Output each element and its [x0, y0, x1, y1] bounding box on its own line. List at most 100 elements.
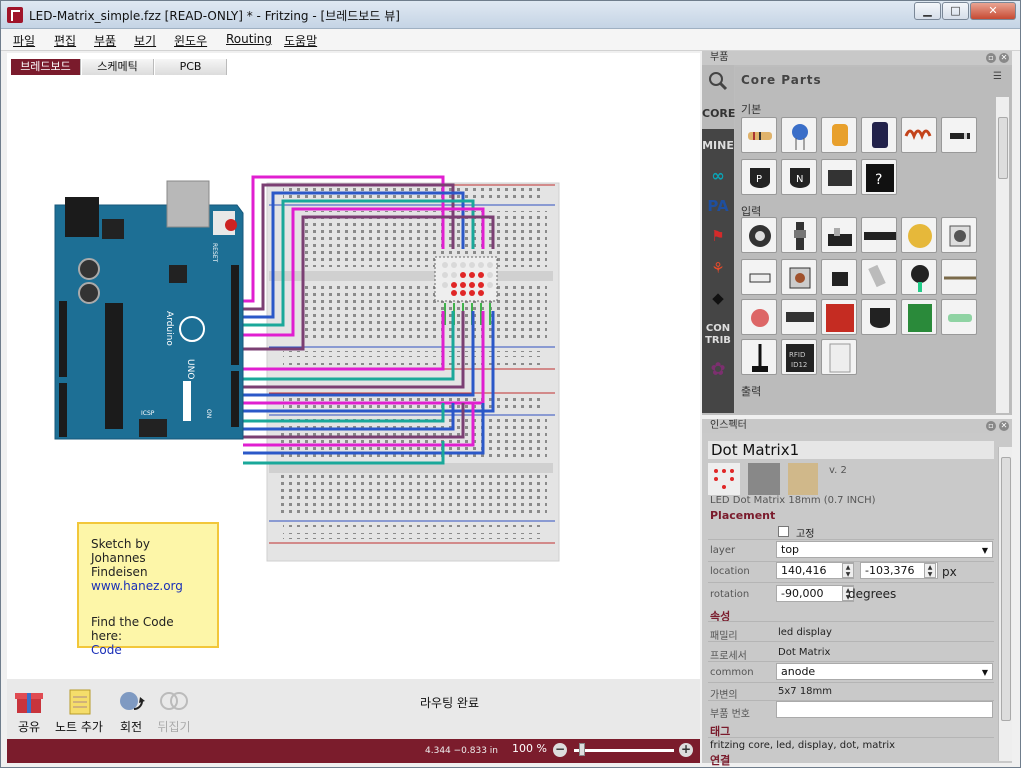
minimize-button[interactable]: ▁	[914, 2, 941, 20]
share-tool[interactable]: 공유	[11, 687, 47, 735]
part-flex[interactable]	[941, 259, 977, 295]
tags-value: fritzing core, led, display, dot, matrix	[710, 740, 896, 751]
sketch-note[interactable]: Sketch by Johannes Findeisen www.hanez.o…	[77, 522, 219, 657]
close-button[interactable]: ✕	[970, 2, 1016, 20]
part-capacitor-ceramic[interactable]	[781, 117, 817, 153]
parts-search[interactable]	[702, 65, 734, 99]
tab-pcb[interactable]: PCB	[155, 59, 227, 75]
svg-text:P: P	[756, 174, 762, 185]
menu-edit[interactable]: 편집	[54, 32, 76, 49]
part-potentiometer[interactable]	[741, 217, 777, 253]
tab-breadboard[interactable]: 브레드보드	[11, 59, 81, 75]
parts-panel-header: 부품 ▫ ✕	[702, 51, 1012, 65]
part-title[interactable]: Dot Matrix1	[708, 441, 994, 459]
zoom-in-button[interactable]: +	[679, 743, 693, 757]
section-basic: 기본	[741, 103, 762, 116]
part-resistor[interactable]	[741, 117, 777, 153]
part-toggle[interactable]	[821, 259, 857, 295]
reset-label: RESET	[211, 243, 218, 263]
menu-part[interactable]: 부품	[94, 32, 116, 49]
part-switch[interactable]	[821, 217, 857, 253]
parts-scrollbar-thumb[interactable]	[998, 117, 1008, 179]
part-photocell[interactable]	[741, 299, 777, 335]
menu-routing[interactable]: Routing	[226, 32, 272, 46]
part-temp-sensor[interactable]	[861, 299, 897, 335]
part-view-images[interactable]	[708, 463, 818, 497]
category-temp[interactable]: ✿	[702, 355, 734, 385]
bin-title: Core Parts	[741, 73, 822, 87]
bin-menu-icon[interactable]: ☰	[993, 71, 1002, 82]
location-y-stepper[interactable]: ▲ ▼	[924, 563, 936, 578]
part-rotary-encoder[interactable]	[941, 217, 977, 253]
part-number-input[interactable]	[776, 701, 993, 718]
panel-close-button[interactable]: ✕	[999, 53, 1009, 63]
part-fet[interactable]	[821, 159, 857, 195]
category-pa[interactable]: PA	[702, 193, 734, 219]
part-pushbutton[interactable]	[781, 259, 817, 295]
part-capacitor-electrolytic[interactable]	[861, 117, 897, 153]
cursor-coords: 4.344 −0.833 in	[425, 746, 498, 756]
parts-scrollbar[interactable]	[995, 97, 1009, 413]
part-antenna[interactable]	[741, 339, 777, 375]
inspector-scrollbar[interactable]	[998, 447, 1012, 761]
zoom-out-button[interactable]: −	[553, 743, 567, 757]
part-humidity[interactable]	[821, 339, 857, 375]
panel-float-button[interactable]: ▫	[986, 53, 996, 63]
locked-checkbox[interactable]	[778, 526, 789, 537]
part-reed[interactable]	[741, 259, 777, 295]
inspector-float-button[interactable]: ▫	[986, 421, 996, 431]
part-fuse[interactable]	[941, 299, 977, 335]
part-breakout[interactable]	[901, 299, 937, 335]
part-mystery[interactable]: ?	[861, 159, 897, 195]
menu-bar: 파일 편집 부품 보기 윈도우 Routing 도움말	[1, 29, 1020, 51]
breadboard-canvas[interactable]: UNO Arduino ICSP RESET ON Sketch by Joha…	[7, 53, 700, 679]
category-core[interactable]: CORE	[702, 99, 735, 129]
add-note-tool[interactable]: 노트 추가	[51, 687, 107, 735]
part-slide-pot[interactable]	[781, 217, 817, 253]
category-snootlab[interactable]: ◆	[702, 285, 734, 311]
part-tilt[interactable]	[861, 259, 897, 295]
menu-help[interactable]: 도움말	[284, 32, 317, 49]
menu-window[interactable]: 윈도우	[174, 32, 207, 49]
on-label: ON	[205, 409, 212, 418]
common-select[interactable]: anode	[776, 663, 993, 680]
menu-view[interactable]: 보기	[134, 32, 156, 49]
part-transistor-pnp[interactable]: P	[741, 159, 777, 195]
app-window: LED-Matrix_simple.fzz [READ-ONLY] * - Fr…	[0, 0, 1021, 768]
zoom-slider-thumb[interactable]	[579, 743, 585, 756]
part-capacitor-tantalum[interactable]	[821, 117, 857, 153]
rotate-tool[interactable]: 회전	[113, 687, 149, 735]
category-sparkfun[interactable]: ⚑	[702, 223, 734, 249]
part-rfid[interactable]: RFID ID12	[781, 339, 817, 375]
tab-schematic[interactable]: 스케메틱	[82, 59, 154, 75]
placement-heading: Placement	[710, 509, 776, 522]
part-mic[interactable]	[901, 259, 937, 295]
layer-select[interactable]: top	[776, 541, 993, 558]
part-header[interactable]	[861, 217, 897, 253]
part-inductor[interactable]	[901, 117, 937, 153]
category-seeed[interactable]: ⚘	[702, 255, 734, 281]
part-diode[interactable]	[941, 117, 977, 153]
inspector-close-button[interactable]: ✕	[999, 421, 1009, 431]
family-label: 패밀리	[710, 631, 738, 642]
part-piezo[interactable]	[901, 217, 937, 253]
note-link-code[interactable]: Code	[91, 643, 205, 657]
note-link-site[interactable]: www.hanez.org	[91, 579, 205, 593]
inspector-scrollbar-thumb[interactable]	[1001, 457, 1011, 721]
category-mine[interactable]: MINE	[702, 133, 734, 159]
location-x-stepper[interactable]: ▲ ▼	[842, 563, 854, 578]
maximize-button[interactable]: □	[942, 2, 969, 20]
flip-tool[interactable]: 뒤집기	[153, 687, 195, 735]
zoom-slider[interactable]	[574, 749, 674, 752]
part-transistor-npn[interactable]: N	[781, 159, 817, 195]
category-arduino[interactable]: ∞	[702, 163, 734, 189]
menu-file[interactable]: 파일	[13, 32, 35, 49]
location-unit[interactable]: px	[942, 565, 957, 579]
parts-bin: Core Parts ☰ 기본 P N ? 입력 RFID ID12 출력	[735, 67, 1011, 413]
rotate-icon	[120, 692, 145, 710]
part-sensor-board[interactable]	[821, 299, 857, 335]
category-contrib[interactable]: CON TRIB	[702, 323, 734, 353]
rotation-unit: degrees	[848, 587, 897, 601]
part-ir-sensor[interactable]	[781, 299, 817, 335]
inspector-panel: 인스펙터 ▫ ✕ Dot Matrix1 v. 2 LED Dot Matrix…	[702, 419, 1012, 767]
